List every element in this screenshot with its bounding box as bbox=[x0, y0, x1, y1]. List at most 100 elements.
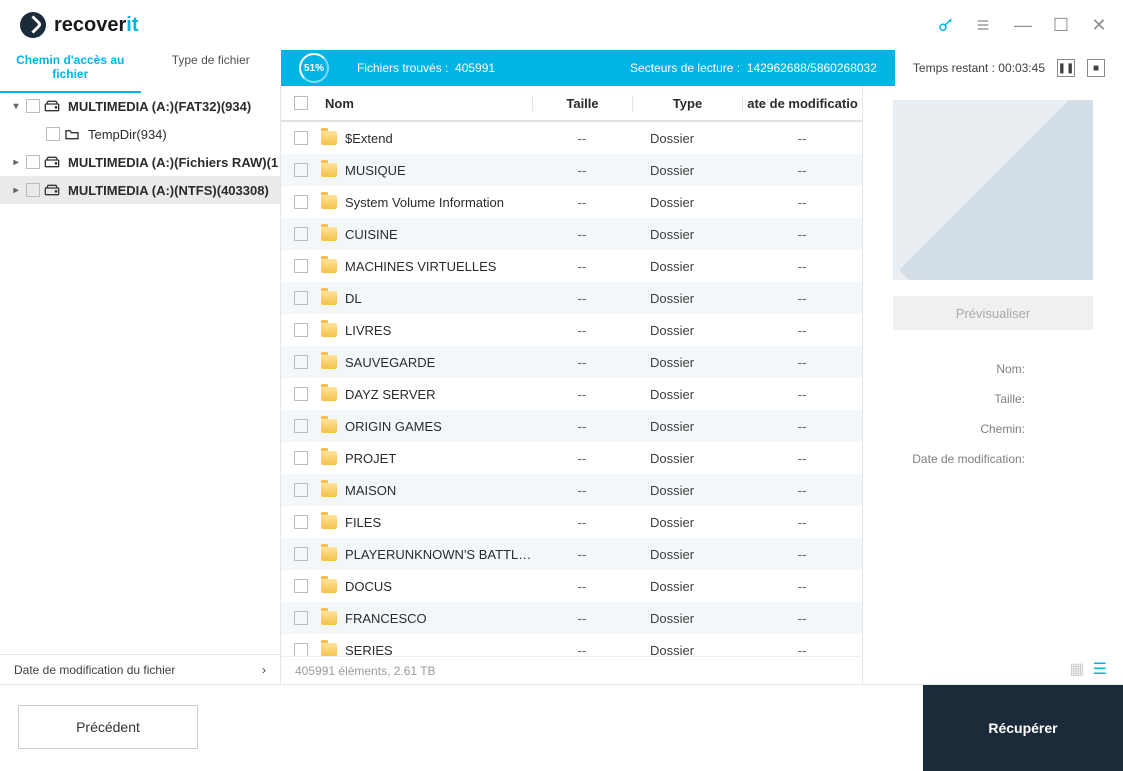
col-name[interactable]: Nom bbox=[321, 96, 532, 111]
file-name: SERIES bbox=[345, 643, 532, 657]
file-name: SAUVEGARDE bbox=[345, 355, 532, 370]
expand-icon[interactable]: ▸ bbox=[10, 157, 22, 168]
row-checkbox[interactable] bbox=[294, 611, 308, 625]
row-checkbox[interactable] bbox=[294, 515, 308, 529]
pause-button[interactable]: ❚❚ bbox=[1057, 59, 1075, 77]
file-date: -- bbox=[742, 611, 862, 626]
file-rows: $Extend--Dossier--MUSIQUE--Dossier--Syst… bbox=[281, 122, 862, 656]
menu-icon[interactable] bbox=[975, 17, 995, 33]
table-row[interactable]: MUSIQUE--Dossier-- bbox=[281, 154, 862, 186]
tree-item[interactable]: ▾MULTIMEDIA (A:)(FAT32)(934) bbox=[0, 92, 280, 120]
file-type: Dossier bbox=[632, 611, 742, 626]
table-row[interactable]: FILES--Dossier-- bbox=[281, 506, 862, 538]
row-checkbox[interactable] bbox=[294, 451, 308, 465]
select-all-checkbox[interactable] bbox=[294, 96, 308, 110]
row-checkbox[interactable] bbox=[294, 579, 308, 593]
table-row[interactable]: MAISON--Dossier-- bbox=[281, 474, 862, 506]
table-row[interactable]: System Volume Information--Dossier-- bbox=[281, 186, 862, 218]
table-row[interactable]: LIVRES--Dossier-- bbox=[281, 314, 862, 346]
file-name: $Extend bbox=[345, 131, 532, 146]
row-checkbox[interactable] bbox=[294, 323, 308, 337]
row-checkbox[interactable] bbox=[294, 547, 308, 561]
file-date: -- bbox=[742, 163, 862, 178]
tree-checkbox[interactable] bbox=[26, 183, 40, 197]
file-name: DAYZ SERVER bbox=[345, 387, 532, 402]
grid-view-icon[interactable]: ▦ bbox=[1070, 659, 1085, 679]
file-size: -- bbox=[532, 195, 632, 210]
tree-checkbox[interactable] bbox=[26, 99, 40, 113]
file-size: -- bbox=[532, 323, 632, 338]
row-checkbox[interactable] bbox=[294, 195, 308, 209]
close-button[interactable]: ✕ bbox=[1089, 15, 1109, 36]
row-checkbox[interactable] bbox=[294, 163, 308, 177]
row-checkbox[interactable] bbox=[294, 387, 308, 401]
key-icon[interactable] bbox=[937, 16, 957, 34]
table-row[interactable]: ORIGIN GAMES--Dossier-- bbox=[281, 410, 862, 442]
folder-icon bbox=[321, 163, 337, 177]
folder-icon bbox=[321, 323, 337, 337]
scan-progress-circle: 51% bbox=[299, 53, 329, 83]
file-type: Dossier bbox=[632, 451, 742, 466]
table-row[interactable]: MACHINES VIRTUELLES--Dossier-- bbox=[281, 250, 862, 282]
list-summary: 405991 éléments, 2.61 TB bbox=[281, 656, 862, 684]
maximize-button[interactable]: ☐ bbox=[1051, 15, 1071, 36]
table-row[interactable]: FRANCESCO--Dossier-- bbox=[281, 602, 862, 634]
folder-icon bbox=[321, 643, 337, 656]
sectors-read: Secteurs de lecture : 142962688/58602680… bbox=[630, 61, 877, 75]
table-row[interactable]: SAUVEGARDE--Dossier-- bbox=[281, 346, 862, 378]
file-size: -- bbox=[532, 163, 632, 178]
chevron-right-icon: › bbox=[262, 663, 266, 677]
expand-icon[interactable]: ▸ bbox=[10, 185, 22, 196]
date-filter[interactable]: Date de modification du fichier › bbox=[0, 654, 280, 684]
file-date: -- bbox=[742, 355, 862, 370]
preview-size-label: Taille: bbox=[881, 384, 1105, 414]
list-view-icon[interactable]: ☰ bbox=[1093, 659, 1107, 679]
row-checkbox[interactable] bbox=[294, 355, 308, 369]
drive-icon bbox=[44, 100, 60, 112]
file-date: -- bbox=[742, 131, 862, 146]
row-checkbox[interactable] bbox=[294, 131, 308, 145]
file-date: -- bbox=[742, 483, 862, 498]
row-checkbox[interactable] bbox=[294, 419, 308, 433]
file-size: -- bbox=[532, 611, 632, 626]
file-date: -- bbox=[742, 323, 862, 338]
app-name-accent: it bbox=[126, 14, 138, 36]
table-row[interactable]: CUISINE--Dossier-- bbox=[281, 218, 862, 250]
tree-checkbox[interactable] bbox=[26, 155, 40, 169]
row-checkbox[interactable] bbox=[294, 483, 308, 497]
col-date[interactable]: ate de modificatio bbox=[742, 96, 862, 111]
tree-item[interactable]: TempDir(934) bbox=[0, 120, 280, 148]
table-row[interactable]: PROJET--Dossier-- bbox=[281, 442, 862, 474]
file-size: -- bbox=[532, 131, 632, 146]
stop-button[interactable]: ■ bbox=[1087, 59, 1105, 77]
minimize-button[interactable]: — bbox=[1013, 15, 1033, 36]
preview-fields: Nom: Taille: Chemin: Date de modificatio… bbox=[881, 354, 1105, 474]
tree-item[interactable]: ▸ MULTIMEDIA (A:)(Fichiers RAW)(1 bbox=[0, 148, 280, 176]
col-type[interactable]: Type bbox=[632, 96, 742, 111]
files-found: Fichiers trouvés : 405991 bbox=[357, 61, 495, 75]
row-checkbox[interactable] bbox=[294, 291, 308, 305]
previous-button[interactable]: Précédent bbox=[18, 705, 198, 749]
row-checkbox[interactable] bbox=[294, 259, 308, 273]
table-row[interactable]: DL--Dossier-- bbox=[281, 282, 862, 314]
table-row[interactable]: $Extend--Dossier-- bbox=[281, 122, 862, 154]
row-checkbox[interactable] bbox=[294, 227, 308, 241]
tree-label: MULTIMEDIA (A:)(Fichiers RAW)(1 bbox=[68, 155, 278, 170]
tree-checkbox[interactable] bbox=[46, 127, 60, 141]
table-row[interactable]: DOCUS--Dossier-- bbox=[281, 570, 862, 602]
recover-button[interactable]: Récupérer bbox=[923, 685, 1123, 771]
row-checkbox[interactable] bbox=[294, 643, 308, 656]
folder-icon bbox=[321, 611, 337, 625]
table-row[interactable]: SERIES--Dossier-- bbox=[281, 634, 862, 656]
folder-icon bbox=[321, 227, 337, 241]
folder-icon bbox=[321, 451, 337, 465]
expand-icon[interactable]: ▾ bbox=[10, 101, 22, 112]
col-size[interactable]: Taille bbox=[532, 96, 632, 111]
tree-item[interactable]: ▸MULTIMEDIA (A:)(NTFS)(403308) bbox=[0, 176, 280, 204]
preview-button[interactable]: Prévisualiser bbox=[893, 296, 1093, 330]
table-row[interactable]: PLAYERUNKNOWN'S BATTLEGROUN...--Dossier-… bbox=[281, 538, 862, 570]
file-size: -- bbox=[532, 419, 632, 434]
file-name: ORIGIN GAMES bbox=[345, 419, 532, 434]
logo-icon bbox=[20, 12, 46, 38]
table-row[interactable]: DAYZ SERVER--Dossier-- bbox=[281, 378, 862, 410]
